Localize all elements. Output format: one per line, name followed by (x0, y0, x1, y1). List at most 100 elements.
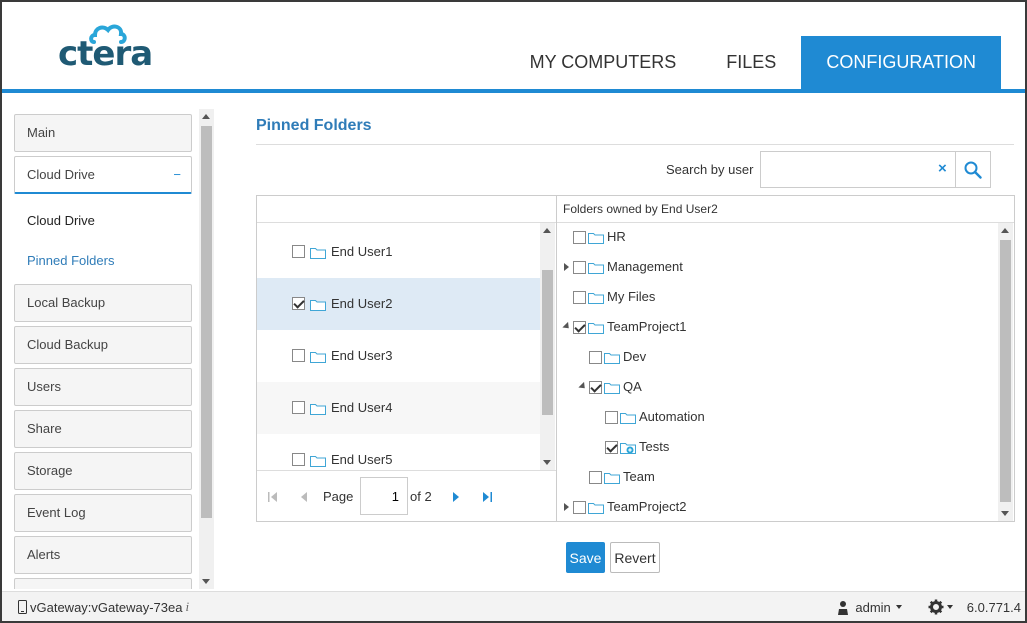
previous-page-icon[interactable] (299, 491, 309, 503)
version-label: 6.0.771.4 (966, 599, 1021, 615)
tree-node-my-files[interactable]: My Files (561, 286, 655, 308)
app-window: ctera MY COMPUTERS FILES CONFIGURATION M… (0, 0, 1027, 623)
collapse-icon[interactable]: − (173, 157, 181, 193)
scroll-down-icon[interactable] (543, 460, 551, 465)
scrollbar-thumb[interactable] (542, 270, 553, 415)
save-button[interactable]: Save (566, 542, 605, 573)
page-number-input[interactable] (360, 477, 408, 515)
info-icon[interactable]: i (185, 599, 189, 615)
scroll-up-icon[interactable] (202, 114, 210, 119)
user-checkbox[interactable] (292, 453, 305, 466)
sidebar-item-share[interactable]: Share (14, 410, 192, 448)
user-checkbox[interactable] (292, 349, 305, 362)
sidebar-item-cloud-backup[interactable]: Cloud Backup (14, 326, 192, 364)
scroll-down-icon[interactable] (202, 579, 210, 584)
folder-checkbox[interactable] (589, 470, 602, 484)
folder-icon (588, 322, 604, 334)
user-row[interactable]: End User4 (257, 382, 540, 434)
status-right: admin 6.0.771.4 (837, 599, 1021, 615)
user-menu[interactable]: admin (837, 600, 902, 615)
search-icon (964, 161, 982, 179)
scroll-up-icon[interactable] (543, 228, 551, 233)
folder-icon (310, 456, 326, 467)
sidebar-subitem-pinned-folders[interactable]: Pinned Folders (27, 253, 114, 268)
users-scrollbar[interactable] (540, 223, 555, 470)
expander-placeholder (593, 441, 605, 453)
folder-checkbox[interactable] (589, 350, 602, 364)
folder-name: Team (623, 469, 655, 484)
collapse-arrow-icon[interactable] (561, 321, 573, 333)
revert-button[interactable]: Revert (610, 542, 660, 573)
user-row[interactable]: End User2 (257, 278, 540, 330)
sidebar-item-alerts[interactable]: Alerts (14, 536, 192, 574)
sidebar-item-event-log[interactable]: Event Log (14, 494, 192, 532)
folder-checkbox[interactable] (573, 500, 586, 514)
search-button[interactable] (955, 151, 991, 188)
user-checkbox[interactable] (292, 401, 305, 414)
header-accent-bar (2, 89, 1025, 93)
pagination: Page of 2 (257, 470, 556, 521)
search-input[interactable] (760, 151, 956, 188)
folder-checkbox[interactable] (573, 260, 586, 274)
user-checkbox[interactable] (292, 297, 305, 310)
sidebar-item-main[interactable]: Main (14, 114, 192, 152)
expander-placeholder (561, 291, 573, 303)
collapse-arrow-icon[interactable] (577, 381, 589, 393)
sidebar-item-label: Users (27, 379, 61, 394)
expand-arrow-icon[interactable] (561, 261, 573, 273)
tree-node-dev[interactable]: Dev (577, 346, 646, 368)
tree-node-qa[interactable]: QA (577, 376, 642, 398)
tree-node-management[interactable]: Management (561, 256, 683, 278)
scroll-down-icon[interactable] (1001, 511, 1009, 516)
tab-my-computers[interactable]: MY COMPUTERS (505, 36, 702, 89)
folder-checkbox[interactable] (573, 290, 586, 304)
folder-icon (310, 248, 326, 259)
sidebar-item-local-backup[interactable]: Local Backup (14, 284, 192, 322)
sidebar-item-users[interactable]: Users (14, 368, 192, 406)
last-page-icon[interactable] (481, 491, 493, 503)
sidebar-item-partial[interactable] (14, 578, 192, 589)
folder-checkbox[interactable] (573, 230, 586, 244)
user-row[interactable]: End User5 (257, 434, 540, 470)
ctera-logo[interactable]: ctera (58, 22, 158, 74)
sidebar-subitem-cloud-drive[interactable]: Cloud Drive (27, 213, 95, 228)
user-row[interactable]: End User3 (257, 330, 540, 382)
folder-checkbox[interactable] (605, 410, 618, 424)
user-checkbox[interactable] (292, 245, 305, 258)
sidebar-item-storage[interactable]: Storage (14, 452, 192, 490)
tab-configuration[interactable]: CONFIGURATION (801, 36, 1001, 89)
scrollbar-thumb[interactable] (1000, 240, 1011, 502)
tree-node-teamproject1[interactable]: TeamProject1 (561, 316, 686, 338)
scroll-up-icon[interactable] (1001, 228, 1009, 233)
first-page-icon[interactable] (267, 491, 279, 503)
folder-checkbox[interactable] (573, 320, 586, 334)
search-label: Search by user (666, 162, 754, 177)
tree-node-hr[interactable]: HR (561, 226, 626, 248)
user-name: End User2 (331, 296, 393, 311)
clear-search-icon[interactable]: × (938, 160, 947, 177)
sidebar-item-cloud-drive[interactable]: Cloud Drive − (14, 156, 192, 194)
folder-checkbox[interactable] (589, 380, 602, 394)
expander-placeholder (561, 231, 573, 243)
main-nav: MY COMPUTERS FILES CONFIGURATION (505, 36, 1001, 89)
tree-node-tests[interactable]: Tests (593, 436, 669, 458)
tree-node-team[interactable]: Team (577, 466, 655, 488)
expand-arrow-icon[interactable] (561, 501, 573, 513)
folder-checkbox[interactable] (605, 440, 618, 454)
settings-menu[interactable] (928, 599, 953, 615)
page-title: Pinned Folders (256, 117, 372, 134)
folder-name: TeamProject1 (607, 319, 687, 334)
tab-files[interactable]: FILES (701, 36, 801, 89)
tree-node-automation[interactable]: Automation (593, 406, 705, 428)
tree-node-teamproject2[interactable]: TeamProject2 (561, 496, 686, 518)
users-list-panel: End User1 End User2 End User3 End User4 … (256, 195, 557, 522)
scrollbar-thumb[interactable] (201, 126, 212, 518)
status-bar: vGateway:vGateway-73ea i admin 6.0.771.4 (2, 591, 1025, 621)
folders-scrollbar[interactable] (998, 223, 1013, 521)
device-info: vGateway:vGateway-73ea i (18, 599, 189, 615)
user-row[interactable]: End User1 (257, 226, 540, 278)
folder-icon (604, 382, 620, 394)
sidebar-scrollbar[interactable] (199, 109, 214, 589)
user-name: End User3 (331, 348, 393, 363)
next-page-icon[interactable] (451, 491, 461, 503)
